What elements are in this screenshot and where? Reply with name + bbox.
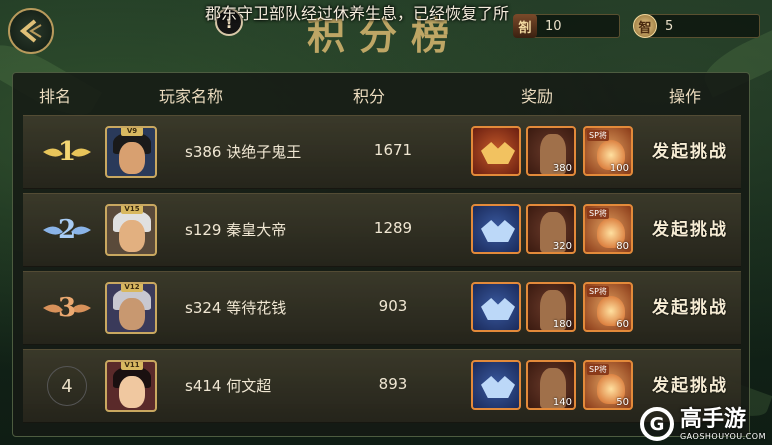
- reward-count: 140: [552, 397, 572, 408]
- table-header: 排名 玩家名称 积分 奖励 操作: [13, 73, 749, 113]
- brand-url: GAOSHOUYOU.COM: [679, 431, 766, 441]
- rank-badge-gold: 1: [41, 128, 93, 176]
- reward-sp-general[interactable]: SP将 60: [583, 282, 633, 332]
- reward-count: 80: [616, 241, 629, 252]
- challenge-button[interactable]: 发起挑战: [645, 372, 735, 400]
- header-rank: 排名: [39, 87, 72, 106]
- reward-count: 380: [552, 163, 572, 174]
- player-score: 903: [378, 297, 408, 315]
- reward-sp-general[interactable]: SP将 80: [583, 204, 633, 254]
- reward-title-badge[interactable]: [471, 282, 521, 332]
- reward-hero-card[interactable]: 180: [526, 282, 576, 332]
- back-button[interactable]: [8, 8, 54, 54]
- rank-badge-silver: 2: [41, 206, 93, 254]
- player-name: s129 秦皇大帝: [185, 221, 287, 239]
- header-player: 玩家名称: [159, 87, 224, 106]
- brand-name: 高手游: [679, 406, 746, 432]
- reward-hero-card[interactable]: 140: [526, 360, 576, 410]
- reward-title-badge[interactable]: [471, 204, 521, 254]
- reward-title-badge[interactable]: [471, 126, 521, 176]
- reward-count: 60: [616, 319, 629, 330]
- svg-text:1: 1: [58, 137, 76, 167]
- reward-count: 50: [616, 397, 629, 408]
- player-score: 893: [378, 375, 408, 393]
- rank-badge-bronze: 3: [41, 284, 93, 332]
- reward-sp-general[interactable]: SP将 50: [583, 360, 633, 410]
- player-score: 1289: [373, 219, 413, 237]
- player-score: 1671: [373, 141, 413, 159]
- resource-wisdom: 智 5: [633, 14, 760, 38]
- challenge-button[interactable]: 发起挑战: [645, 294, 735, 322]
- header-action: 操作: [669, 87, 702, 106]
- vip-badge: V12: [121, 284, 143, 292]
- vip-badge: V9: [121, 128, 143, 136]
- table-row: 4 V11 s414 何文超 893 140 SP将 50 发起挑战: [23, 349, 741, 423]
- vip-badge: V15: [121, 206, 143, 214]
- header-reward: 奖励: [521, 87, 554, 106]
- brand-logo-icon: G: [639, 407, 674, 441]
- rank-1-wings-icon: 1: [43, 137, 91, 167]
- header-score: 积分: [353, 87, 386, 106]
- token-icon: 劄: [513, 14, 537, 38]
- resource-token: 劄 10: [513, 14, 620, 38]
- rank-3-wings-icon: 3: [43, 293, 91, 323]
- table-row: 3 V12 s324 等待花钱 903 180 SP将 60 发起挑战: [23, 271, 741, 345]
- challenge-button[interactable]: 发起挑战: [645, 138, 735, 166]
- player-name: s386 诀绝子鬼王: [185, 143, 302, 161]
- site-watermark: G 高手游 GAOSHOUYOU.COM: [639, 406, 766, 441]
- avatar[interactable]: V15: [105, 204, 157, 256]
- reward-count: 180: [552, 319, 572, 330]
- player-name: s324 等待花钱: [185, 299, 287, 317]
- svg-text:3: 3: [58, 293, 76, 323]
- back-arrow-icon: [19, 19, 42, 43]
- token-count: 10: [545, 18, 562, 34]
- table-row: 2 V15 s129 秦皇大帝 1289 320 SP将 80 发起挑战: [23, 193, 741, 267]
- reward-count: 320: [552, 241, 572, 252]
- vip-badge: V11: [121, 362, 143, 370]
- player-name: s414 何文超: [185, 377, 272, 395]
- rank-number: 4: [41, 362, 93, 410]
- avatar[interactable]: V11: [105, 360, 157, 412]
- challenge-button[interactable]: 发起挑战: [645, 216, 735, 244]
- wisdom-count: 5: [665, 18, 674, 34]
- table-row: 1 V9 s386 诀绝子鬼王 1671 380 SP将 100 发起挑战: [23, 115, 741, 189]
- leaderboard-panel: 排名 玩家名称 积分 奖励 操作 1 V9 s386 诀绝子鬼王 1671 38…: [12, 72, 750, 437]
- avatar[interactable]: V9: [105, 126, 157, 178]
- avatar[interactable]: V12: [105, 282, 157, 334]
- reward-sp-general[interactable]: SP将 100: [583, 126, 633, 176]
- reward-hero-card[interactable]: 380: [526, 126, 576, 176]
- reward-hero-card[interactable]: 320: [526, 204, 576, 254]
- reward-count: 100: [609, 163, 629, 174]
- wisdom-icon: 智: [633, 14, 657, 38]
- scrolling-notice: 郡东守卫部队经过休养生息，已经恢复了所: [205, 4, 510, 23]
- rank-2-wings-icon: 2: [43, 215, 91, 245]
- reward-title-badge[interactable]: [471, 360, 521, 410]
- svg-text:2: 2: [58, 215, 76, 245]
